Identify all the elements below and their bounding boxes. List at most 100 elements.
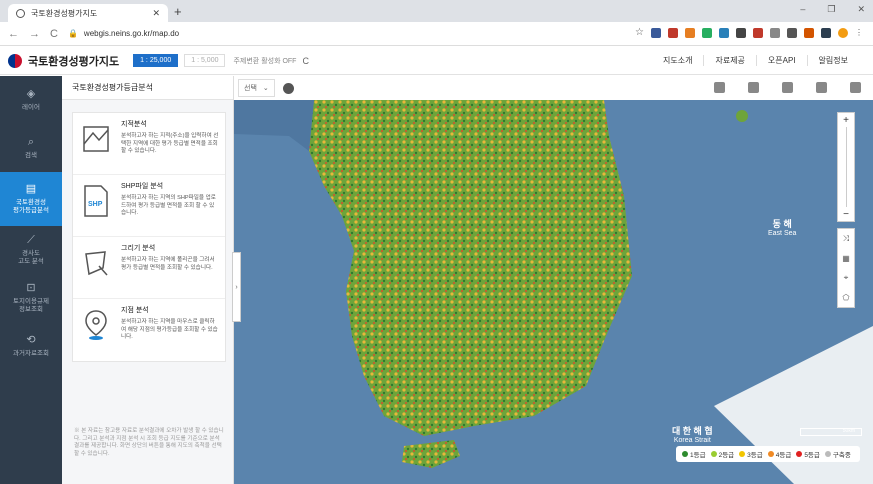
legend-swatch — [682, 451, 688, 457]
sea-label-en: Korea Strait — [673, 437, 711, 444]
rail-item-layers[interactable]: ◈ 레이어 — [0, 76, 62, 124]
url-text: webgis.neins.go.kr/map.do — [83, 29, 180, 38]
extension-icon[interactable] — [804, 27, 814, 38]
sea-label-korea-strait: 대 한 해 협 Korea Strait — [672, 424, 713, 444]
extension-icon[interactable] — [685, 27, 695, 38]
legend-item: 3등급 — [739, 449, 763, 459]
panel-title: 국토환경성평가등급분석 — [62, 76, 233, 100]
legend-swatch — [710, 451, 717, 457]
select-value: 선택 — [244, 85, 257, 92]
globe-icon — [16, 8, 25, 18]
legend-item: 4등급 — [767, 449, 791, 459]
extension-icon[interactable] — [753, 27, 763, 38]
analysis-cards: 지적분석 분석하고자 하는 지적(주소)을 입력하여 선택한 지역에 대한 평가… — [72, 112, 226, 362]
url-field[interactable]: 🔒 webgis.neins.go.kr/map.do — [68, 29, 179, 38]
svg-text:SHP: SHP — [88, 201, 103, 208]
history-icon: ⟲ — [26, 334, 36, 346]
save-icon[interactable] — [782, 82, 793, 93]
app-title[interactable]: 국토환경성평가지도 — [28, 53, 119, 69]
map-canvas[interactable] — [234, 76, 873, 484]
extension-icon[interactable] — [668, 27, 678, 38]
target-icon[interactable] — [282, 82, 294, 94]
nav-item[interactable]: 지도소개 — [652, 55, 705, 66]
legend-swatch — [824, 451, 831, 457]
panel-collapse-handle[interactable]: › — [232, 252, 241, 322]
legend-label: 3등급 — [747, 452, 763, 459]
avatar[interactable] — [838, 27, 848, 38]
point-icon — [79, 305, 113, 345]
extension-icon[interactable] — [736, 27, 746, 38]
left-rail: ◈ 레이어 ⌕ 검색 ▤ 국토환경성 평가등급분석 ⟋ 경사도 고도 분석 ⊡ … — [0, 76, 62, 484]
address-bar: ← → C 🔒 webgis.neins.go.kr/map.do ☆ ⋮ — [0, 22, 873, 46]
rail-item-search[interactable]: ⌕ 검색 — [0, 124, 62, 172]
card-description: 분석하고자 하는 지적(주소)을 입력하여 선택한 지역에 대한 평가 등급별 … — [121, 133, 219, 155]
rail-item-analysis[interactable]: ▤ 국토환경성 평가등급분석 — [0, 172, 62, 226]
analysis-icon: ▤ — [25, 183, 37, 196]
rail-label: 검색 — [25, 152, 37, 160]
mail-icon[interactable] — [748, 82, 759, 93]
region-select[interactable]: 선택 ⌄ — [238, 79, 275, 97]
map-tools — [714, 82, 861, 93]
zoom-out-button[interactable]: − — [838, 207, 854, 221]
legend-item: 5등급 — [796, 449, 820, 459]
zoom-in-button[interactable]: + — [838, 113, 854, 127]
sea-label-east-sea: 동 해 East Sea — [768, 217, 796, 237]
card-point-analysis[interactable]: 지점 분석 분석하고자 하는 지역을 마우스로 클릭하여 해당 지점의 평가등급… — [73, 299, 225, 361]
polygon-icon[interactable]: ⬠ — [843, 293, 850, 302]
measure-distance-icon[interactable]: ⤨ — [843, 234, 849, 244]
card-draw-analysis[interactable]: 그리기 분석 분석하고자 하는 지역에 폴리곤을 그려서 평가 등급별 면적을 … — [73, 237, 225, 299]
sea-label-en: East Sea — [768, 230, 797, 237]
rail-item-slope[interactable]: ⟋ 경사도 고도 분석 — [0, 226, 62, 274]
scale-button-25000[interactable]: 1 : 25,000 — [133, 54, 179, 67]
rail-label: 토지이용규제 정보조회 — [13, 298, 49, 314]
back-icon[interactable]: ← — [8, 28, 19, 40]
grade-legend: 1등급 2등급 3등급 4등급 5등급 구축중 — [676, 446, 860, 462]
measure-area-icon[interactable]: ▦ — [842, 254, 850, 263]
new-tab-button[interactable]: + — [174, 4, 182, 19]
close-window-icon[interactable]: ✕ — [857, 4, 865, 15]
minimize-icon[interactable]: – — [800, 4, 805, 15]
browser-tab[interactable]: 국토환경성평가지도 ✕ — [8, 4, 168, 22]
card-title: 지적분석 — [121, 121, 147, 128]
rail-item-history[interactable]: ⟲ 과거자료조회 — [0, 322, 62, 370]
card-cadastral-analysis[interactable]: 지적분석 분석하고자 하는 지적(주소)을 입력하여 선택한 지역에 대한 평가… — [73, 113, 225, 175]
extension-icon[interactable] — [702, 27, 712, 38]
split-view-icon[interactable] — [850, 82, 861, 93]
map-toolbar: 선택 ⌄ — [234, 76, 873, 100]
card-shp-analysis[interactable]: SHP SHP파일 분석 분석하고자 하는 지역의 SHP파일을 업로드하여 평… — [73, 175, 225, 237]
nav-item[interactable]: 자료제공 — [704, 55, 757, 66]
print-icon[interactable] — [816, 82, 827, 93]
bookmark-star-icon[interactable]: ☆ — [635, 27, 644, 38]
theme-toggle[interactable]: 주제변환 활성화 OFF — [233, 56, 296, 66]
korea-map — [234, 100, 873, 484]
extension-icon[interactable] — [719, 27, 729, 38]
nav-item[interactable]: 오픈API — [757, 55, 808, 66]
close-tab-icon[interactable]: ✕ — [152, 8, 160, 19]
rail-item-land-regulation[interactable]: ⊡ 토지이용규제 정보조회 — [0, 274, 62, 322]
menu-icon[interactable]: ⋮ — [855, 28, 863, 37]
extension-icon[interactable] — [651, 27, 661, 38]
restore-icon[interactable]: ❐ — [827, 4, 835, 15]
draw-polygon-icon — [79, 243, 113, 283]
legend-label: 2등급 — [718, 452, 735, 459]
scale-button-5000[interactable]: 1 : 5,000 — [184, 54, 226, 67]
extension-icon[interactable] — [821, 27, 831, 38]
layers-icon: ◈ — [26, 88, 36, 100]
extension-icon[interactable] — [770, 27, 780, 38]
zoom-slider[interactable] — [846, 127, 854, 207]
extension-icon[interactable] — [787, 27, 797, 38]
forward-icon[interactable]: → — [29, 28, 40, 40]
card-title: 지점 분석 — [121, 307, 149, 314]
card-description: 분석하고자 하는 지역의 SHP파일을 업로드하여 평가 등급별 면적을 조회 … — [121, 195, 216, 217]
top-nav: 지도소개 자료제공 오픈API 알림정보 — [652, 55, 859, 66]
slope-icon: ⟋ — [27, 234, 35, 247]
layers-toggle-icon[interactable] — [714, 82, 725, 93]
extension-icons: ☆ ⋮ — [635, 27, 863, 38]
refresh-icon[interactable]: C — [302, 56, 309, 66]
card-description: 분석하고자 하는 지역을 마우스로 클릭하여 해당 지점의 평가등급을 조회할 … — [121, 319, 218, 341]
reload-icon[interactable]: C — [50, 28, 58, 40]
location-icon[interactable]: ⌖ — [844, 273, 849, 283]
nav-item[interactable]: 알림정보 — [808, 55, 859, 66]
panel-footnote: ※ 본 자료는 참고용 자료로 분석결과에 오차가 발생 할 수 있습니다. 그… — [74, 428, 224, 457]
legend-item: 구축중 — [824, 449, 851, 459]
